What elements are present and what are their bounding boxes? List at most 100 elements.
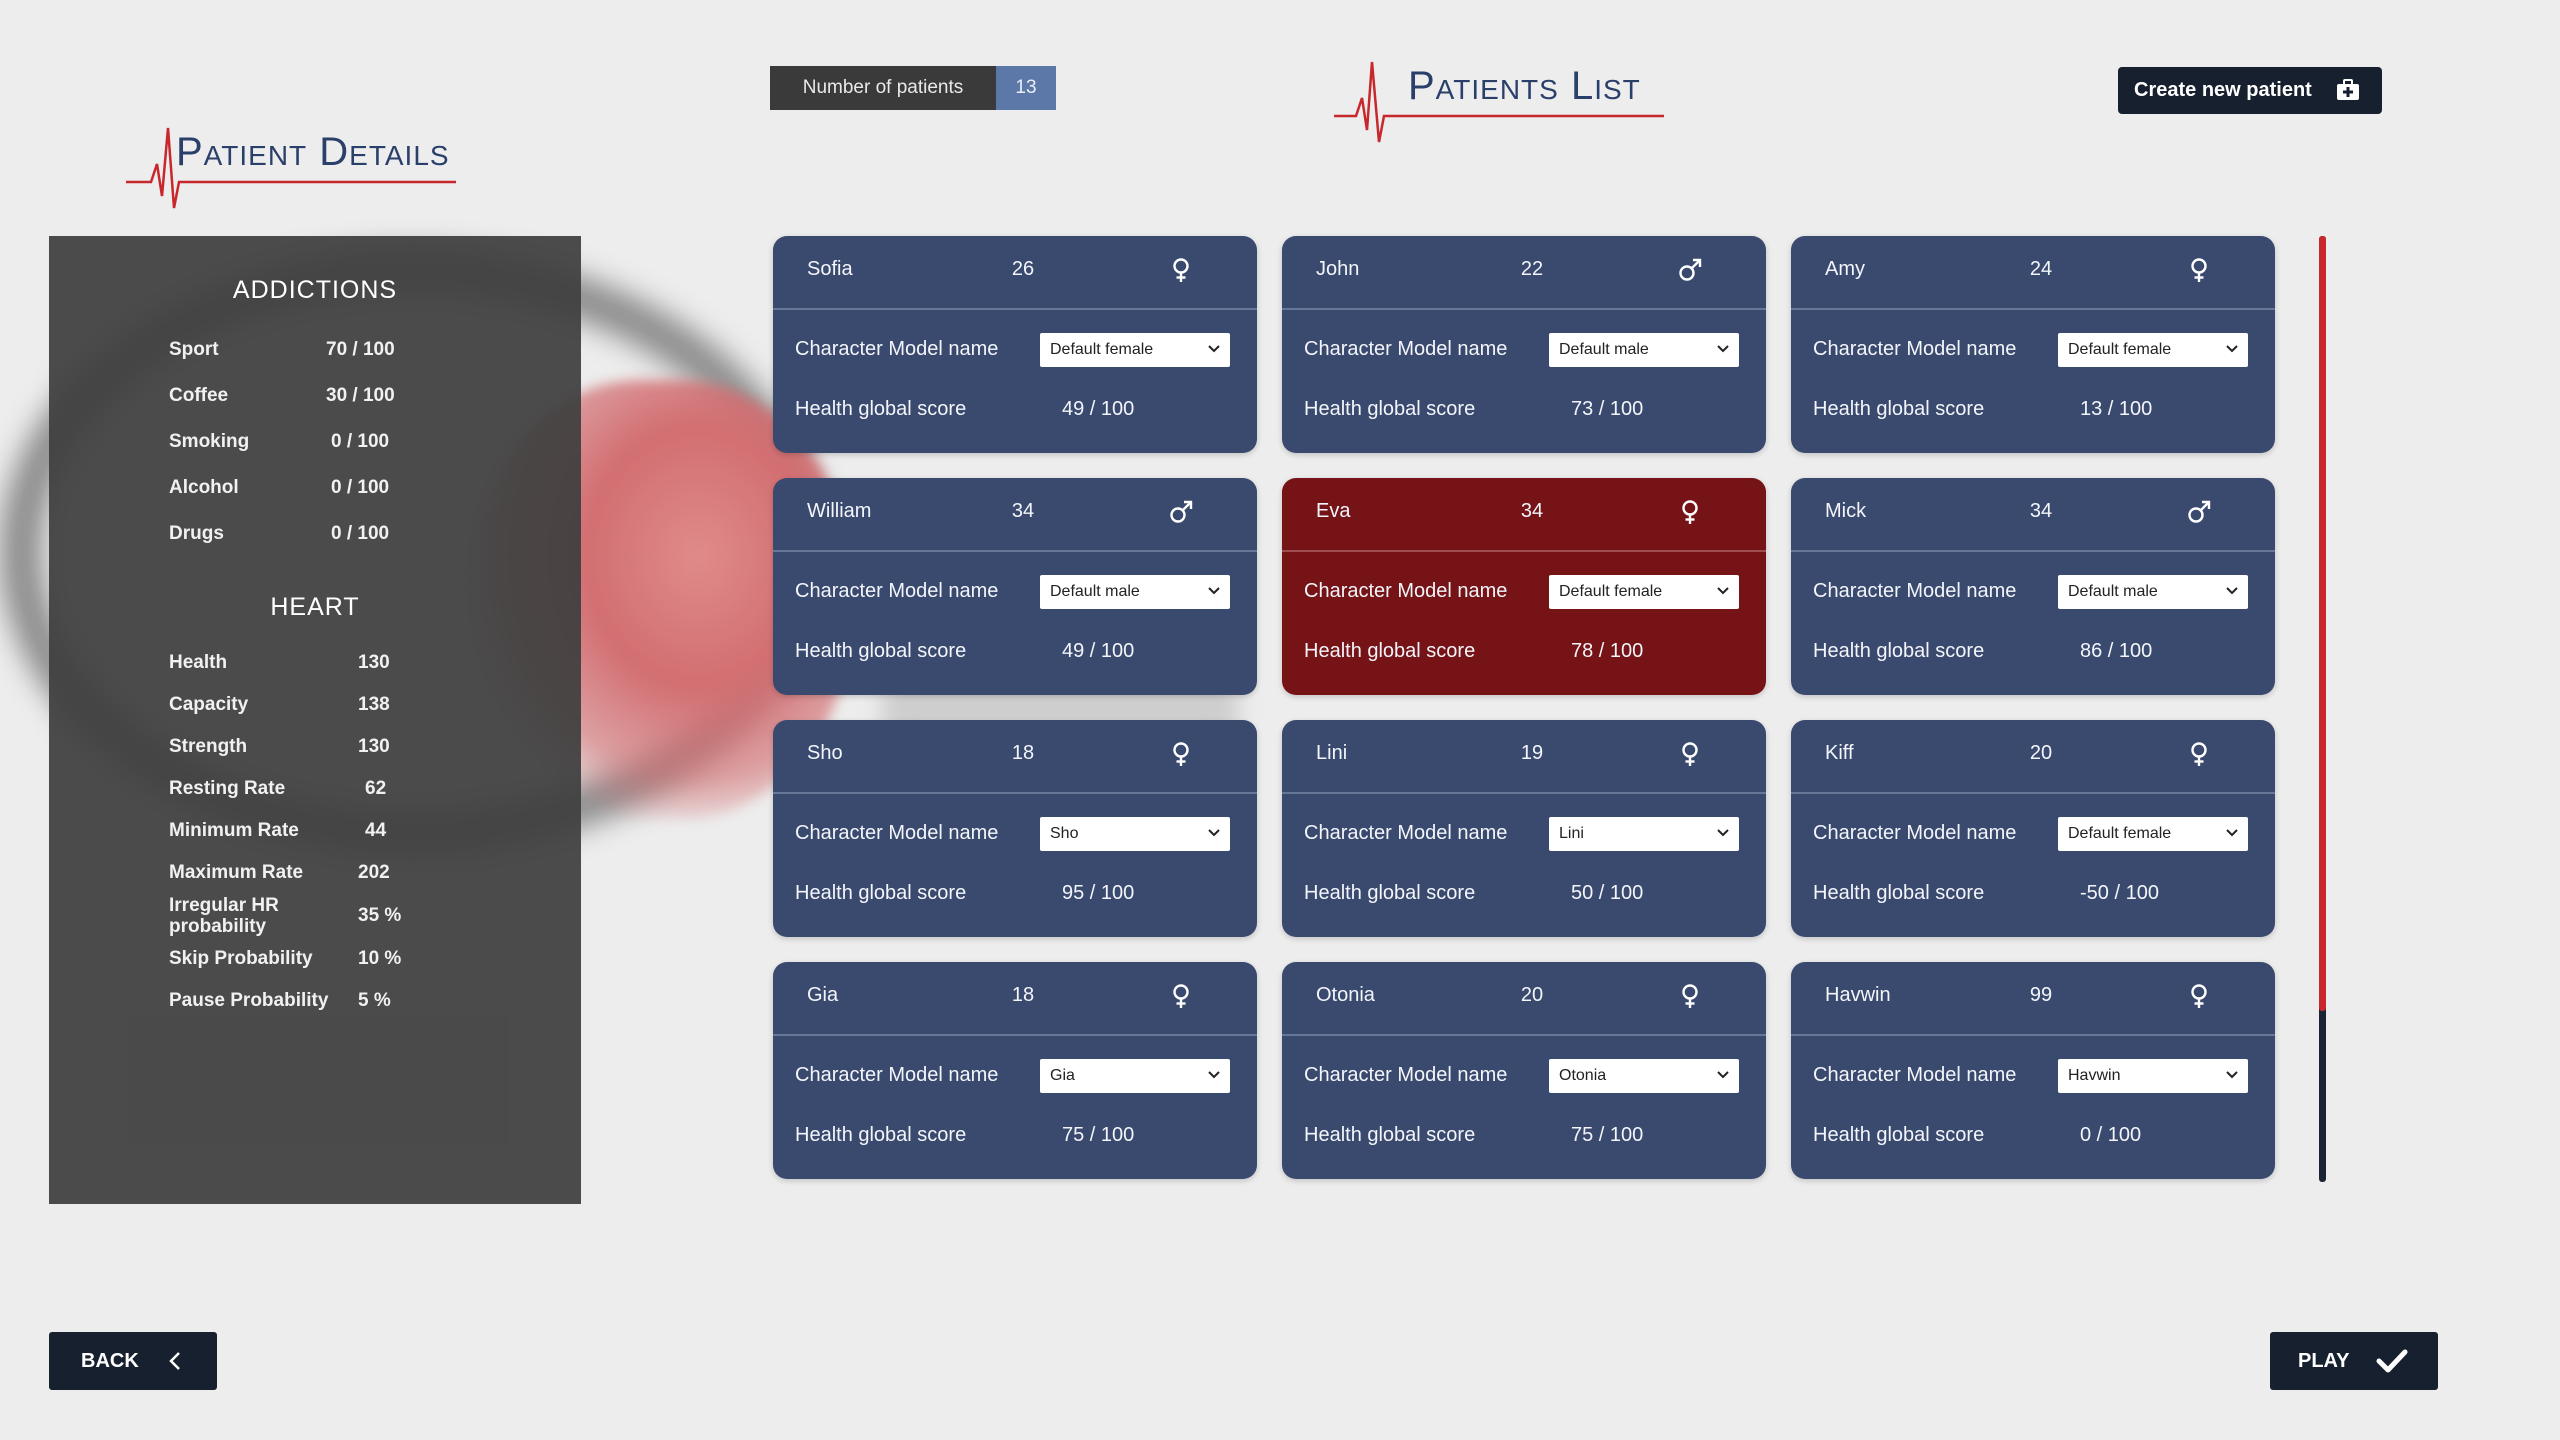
patient-card-header: Havwin 99 [1791,962,2275,1036]
female-symbol-icon [1167,740,1195,768]
female-symbol-icon [2185,740,2213,768]
character-model-select[interactable]: Default female [2058,333,2248,367]
chevron-down-icon [1208,829,1220,837]
character-model-select[interactable]: Lini [1549,817,1739,851]
patient-card-havwin[interactable]: Havwin 99 Character Model name Havwin Health… [1791,962,2275,1179]
health-score-label: Health global score [1813,640,1985,662]
patient-card-william[interactable]: William 34 Character Model name Default mal… [773,478,1257,695]
stat-label: Health [169,652,228,673]
character-model-label: Character Model name [1304,1064,1508,1086]
character-model-label: Character Model name [1813,580,2017,602]
stat-value: 62 [365,778,387,799]
chevron-down-icon [2226,1071,2238,1079]
patient-age: 24 [2029,258,2053,280]
addictions-title: ADDICTIONS [232,276,398,304]
patient-age: 34 [1520,500,1544,522]
character-model-label: Character Model name [1304,338,1508,360]
character-model-select[interactable]: Default female [2058,817,2248,851]
patient-card-sofia[interactable]: Sofia 26 Character Model name Default femal… [773,236,1257,453]
character-model-label: Character Model name [795,822,999,844]
stat-value: 138 [358,694,390,715]
patient-age: 18 [1011,984,1035,1006]
female-symbol-icon [1167,982,1195,1010]
stat-value: 70 / 100 [326,339,395,360]
stat-label: Capacity [169,694,249,715]
patient-name: Kiff [1825,742,1854,764]
patient-card-otonia[interactable]: Otonia 20 Character Model name Otonia Health… [1282,962,1766,1179]
health-score-label: Health global score [1304,640,1476,662]
patient-name: Amy [1825,258,1865,280]
patient-age: 18 [1011,742,1035,764]
patient-card-header: Kiff 20 [1791,720,2275,794]
male-symbol-icon [1676,256,1704,284]
patients-count-label: Number of patients [770,66,996,110]
health-score-value: 95 / 100 [1062,882,1135,904]
stat-label: Drugs [169,523,224,544]
character-model-select[interactable]: Gia [1040,1059,1230,1093]
health-score-value: 78 / 100 [1571,640,1644,662]
patient-card-mick[interactable]: Mick 34 Character Model name Default male He… [1791,478,2275,695]
patient-age: 99 [2029,984,2053,1006]
health-score-label: Health global score [1813,882,1985,904]
health-score-value: 75 / 100 [1062,1124,1135,1146]
character-model-value: Default female [1559,583,1663,600]
play-button[interactable]: PLAY [2270,1332,2438,1390]
patients-list-title: Patients List [1408,64,1641,108]
character-model-select[interactable]: Default female [1549,575,1739,609]
stat-label: Smoking [169,431,250,452]
character-model-value: Havwin [2068,1067,2121,1084]
chevron-down-icon [2226,345,2238,353]
patient-age: 34 [2029,500,2053,522]
patient-card-amy[interactable]: Amy 24 Character Model name Default female H… [1791,236,2275,453]
create-new-patient-button[interactable]: Create new patient [2118,67,2382,114]
stat-value: 0 / 100 [331,477,390,498]
patient-details-panel: ADDICTIONS Sport 70 / 100 Coffee 30 / 10… [49,236,581,1204]
heart-title: HEART [270,593,360,621]
stat-value: 130 [358,652,390,673]
patient-name: John [1316,258,1360,280]
stat-value: 35 % [358,905,402,926]
character-model-select[interactable]: Default male [2058,575,2248,609]
character-model-label: Character Model name [1813,1064,2017,1086]
character-model-select[interactable]: Otonia [1549,1059,1739,1093]
patients-list-heading: Patients List [1334,60,1664,146]
character-model-label: Character Model name [795,580,999,602]
checkmark-icon [2376,1349,2408,1373]
chevron-down-icon [1208,587,1220,595]
female-symbol-icon [1676,498,1704,526]
male-symbol-icon [1167,498,1195,526]
patient-card-header: Sho 18 [773,720,1257,794]
stat-value: 5 % [358,990,391,1011]
patient-card-kiff[interactable]: Kiff 20 Character Model name Default female… [1791,720,2275,937]
health-score-label: Health global score [1304,398,1476,420]
character-model-label: Character Model name [1813,822,2017,844]
character-model-select[interactable]: Havwin [2058,1059,2248,1093]
patient-name: Havwin [1825,984,1891,1006]
health-score-label: Health global score [1304,1124,1476,1146]
patient-age: 26 [1011,258,1035,280]
character-model-value: Gia [1050,1067,1075,1084]
create-new-patient-label: Create new patient [2134,79,2312,101]
patient-card-header: Sofia 26 [773,236,1257,310]
character-model-select[interactable]: Default male [1040,575,1230,609]
scrollbar-thumb[interactable] [2319,236,2326,1011]
patient-card-lini[interactable]: Lini 19 Character Model name Lini Health glo… [1282,720,1766,937]
patient-name: Gia [807,984,839,1006]
patient-card-eva[interactable]: Eva 34 Character Model name Default female H… [1282,478,1766,695]
patient-card-sho[interactable]: Sho 18 Character Model name Sho Health globa… [773,720,1257,937]
back-button[interactable]: BACK [49,1332,217,1390]
character-model-select[interactable]: Sho [1040,817,1230,851]
patient-card-john[interactable]: John 22 Character Model name Default male He… [1282,236,1766,453]
patient-card-header: Mick 34 [1791,478,2275,552]
patient-name: William [807,500,872,522]
character-model-value: Default male [1559,341,1649,358]
stat-label: Skip Probability [169,948,313,969]
patient-card-header: Amy 24 [1791,236,2275,310]
patient-card-header: William 34 [773,478,1257,552]
character-model-select[interactable]: Default female [1040,333,1230,367]
patient-card-gia[interactable]: Gia 18 Character Model name Gia Health globa… [773,962,1257,1179]
health-score-value: 73 / 100 [1571,398,1644,420]
health-score-label: Health global score [795,398,967,420]
health-score-value: 0 / 100 [2080,1124,2142,1146]
character-model-select[interactable]: Default male [1549,333,1739,367]
